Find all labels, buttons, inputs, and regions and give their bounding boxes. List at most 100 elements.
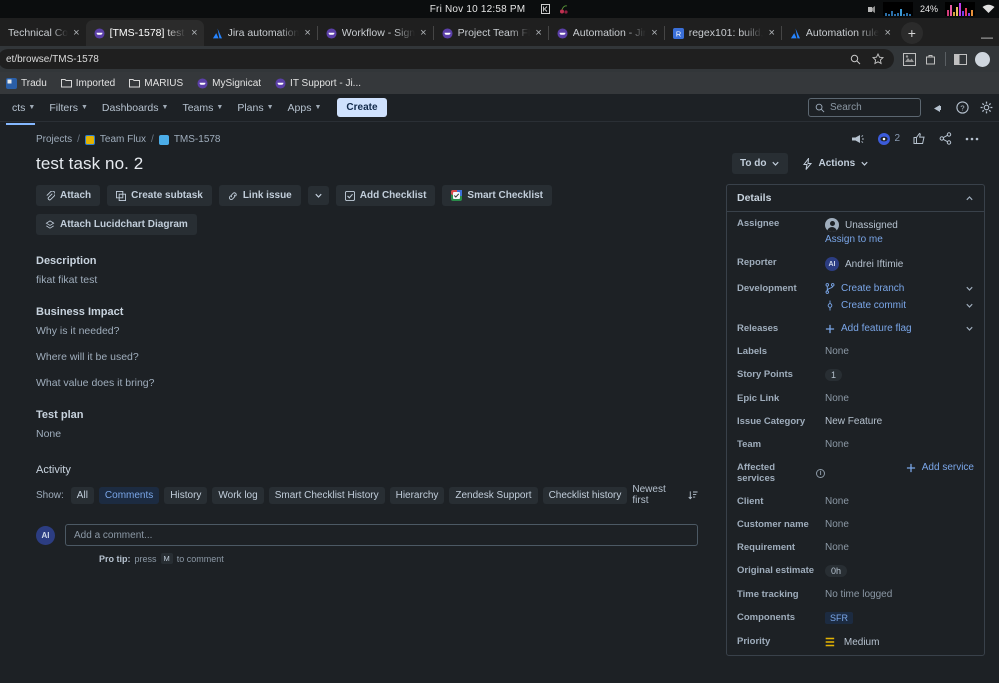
field-value[interactable]: None — [825, 496, 974, 507]
browser-tab[interactable]: Technical Co × — [0, 20, 86, 46]
feedback-megaphone-icon[interactable] — [851, 133, 865, 145]
details-panel-header[interactable]: Details — [727, 185, 984, 212]
help-icon[interactable]: ? — [956, 101, 969, 114]
extension-puzzle-icon[interactable] — [903, 52, 916, 66]
bookmark-item[interactable]: MARIUS — [129, 78, 183, 89]
bookmark-item[interactable]: IT Support - Ji... — [275, 78, 361, 89]
field-value[interactable]: Add service — [825, 462, 974, 473]
browser-tab[interactable]: Jira automation × — [204, 20, 317, 46]
close-icon[interactable]: × — [884, 27, 890, 39]
activity-filter-history[interactable]: History — [164, 486, 208, 504]
field-value[interactable]: ☰ Medium — [825, 636, 974, 649]
browser-tab[interactable]: Rregex101: build, × — [665, 20, 781, 46]
field-value[interactable]: Add feature flag — [825, 323, 974, 334]
browser-tab[interactable]: Automation rule × — [782, 20, 897, 46]
field-value[interactable]: Create commit — [825, 300, 974, 311]
create-subtask-button[interactable]: Create subtask — [107, 185, 212, 206]
page-title[interactable]: test task no. 2 — [36, 154, 698, 174]
assignee-value[interactable]: Unassigned — [825, 218, 974, 232]
close-icon[interactable]: × — [73, 27, 79, 39]
activity-filter-hierarchy[interactable]: Hierarchy — [389, 486, 445, 504]
field-value[interactable]: New Feature — [825, 416, 974, 427]
watchers-button[interactable]: 2 — [878, 132, 900, 145]
field-value[interactable]: None — [825, 393, 974, 404]
more-actions-icon[interactable] — [965, 136, 979, 142]
close-icon[interactable]: × — [535, 27, 541, 39]
new-tab-button[interactable]: + — [900, 22, 923, 44]
notifications-bell-icon[interactable] — [932, 101, 945, 114]
bookmark-item[interactable]: MySignicat — [197, 78, 261, 89]
chevron-down-icon[interactable] — [965, 284, 974, 293]
field-value[interactable]: 1 — [825, 369, 974, 381]
nav-item-cts[interactable]: cts ▼ — [6, 98, 41, 125]
breadcrumb-issue-key[interactable]: TMS-1578 — [174, 134, 221, 145]
activity-filter-work-log[interactable]: Work log — [212, 486, 264, 504]
link-issue-dropdown-button[interactable] — [307, 186, 329, 205]
like-icon[interactable] — [913, 132, 926, 145]
chevron-up-icon[interactable] — [965, 194, 974, 203]
wifi-icon[interactable] — [982, 4, 995, 14]
chevron-down-icon[interactable] — [965, 324, 974, 333]
activity-filter-comments[interactable]: Comments — [98, 486, 160, 504]
section-text[interactable]: fikat fikat test — [36, 274, 698, 286]
chevron-down-icon[interactable] — [965, 301, 974, 310]
nav-item-apps[interactable]: Apps ▼ — [282, 98, 328, 118]
activity-filter-smart-checklist-history[interactable]: Smart Checklist History — [268, 486, 385, 504]
status-dropdown[interactable]: To do — [732, 153, 789, 174]
field-value[interactable]: SFR — [825, 612, 974, 624]
actions-dropdown[interactable]: Actions — [802, 157, 869, 170]
attach-lucidchart-button[interactable]: Attach Lucidchart Diagram — [36, 214, 197, 235]
field-value[interactable]: No time logged — [825, 589, 974, 600]
window-minimize-button[interactable]: — — [981, 31, 993, 43]
add-checklist-button[interactable]: Add Checklist — [335, 185, 436, 206]
address-bar[interactable]: et/browse/TMS-1578 — [0, 49, 894, 69]
attach-button[interactable]: Attach — [36, 185, 101, 206]
section-text[interactable]: None — [36, 428, 698, 440]
browser-tab[interactable]: Automation - Jir × — [549, 20, 664, 46]
bookmark-item[interactable]: Imported — [60, 78, 115, 89]
search-input[interactable]: Search — [808, 98, 921, 117]
field-value-text[interactable]: SFR — [825, 612, 853, 624]
bookmark-item[interactable]: Tradu — [6, 77, 47, 89]
smart-checklist-button[interactable]: Smart Checklist — [442, 185, 553, 206]
extensions-icon[interactable] — [924, 53, 937, 66]
search-icon[interactable] — [850, 54, 861, 65]
field-value[interactable]: AI Andrei Iftimie — [825, 257, 974, 271]
link-issue-button[interactable]: Link issue — [218, 185, 301, 206]
cherry-icon[interactable] — [559, 4, 569, 14]
activity-filter-all[interactable]: All — [70, 486, 94, 504]
assign-to-me-link[interactable]: Assign to me — [825, 232, 974, 245]
browser-tab[interactable]: Workflow - Sign × — [318, 20, 433, 46]
create-button[interactable]: Create — [337, 98, 387, 117]
browser-tab[interactable]: Project Team Fl × — [434, 20, 548, 46]
field-value[interactable]: None — [825, 542, 974, 553]
keyboard-layout-icon[interactable] — [541, 4, 551, 14]
close-icon[interactable]: × — [768, 27, 774, 39]
sort-order-button[interactable]: Newest first — [632, 484, 698, 506]
field-value[interactable]: None — [825, 346, 974, 357]
close-icon[interactable]: × — [420, 27, 426, 39]
section-text[interactable]: Why is it needed? — [36, 325, 698, 337]
browser-tab-active[interactable]: [TMS-1578] test t × — [85, 20, 204, 46]
activity-filter-checklist-history[interactable]: Checklist history — [542, 486, 628, 504]
bookmark-star-icon[interactable] — [872, 53, 884, 65]
profile-avatar[interactable] — [975, 51, 990, 67]
nav-item-plans[interactable]: Plans ▼ — [231, 98, 279, 118]
sidepanel-icon[interactable] — [954, 53, 967, 66]
share-icon[interactable] — [939, 132, 952, 145]
close-icon[interactable]: × — [651, 27, 657, 39]
activity-filter-zendesk-support[interactable]: Zendesk Support — [449, 486, 538, 504]
breadcrumb-project[interactable]: Team Flux — [100, 134, 146, 145]
breadcrumb-projects[interactable]: Projects — [36, 134, 72, 145]
gear-icon[interactable] — [980, 101, 993, 114]
nav-item-dashboards[interactable]: Dashboards ▼ — [96, 98, 175, 118]
field-value[interactable]: None — [825, 439, 974, 450]
section-text[interactable]: Where will it be used? — [36, 351, 698, 363]
close-icon[interactable]: × — [304, 27, 310, 39]
field-value[interactable]: None — [825, 519, 974, 530]
nav-item-teams[interactable]: Teams ▼ — [176, 98, 229, 118]
close-icon[interactable]: × — [191, 27, 197, 39]
comment-input[interactable]: Add a comment... — [65, 524, 698, 546]
section-text[interactable]: What value does it bring? — [36, 377, 698, 389]
field-value[interactable]: 0h — [825, 565, 974, 577]
